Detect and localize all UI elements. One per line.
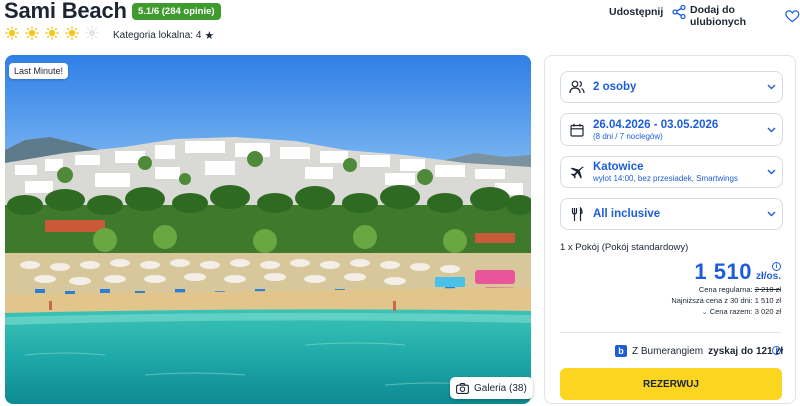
reserve-button[interactable]: REZERWUJ: [560, 368, 782, 400]
gallery-label: Galeria (38): [474, 382, 527, 394]
persons-icon: [569, 80, 585, 94]
gallery-button[interactable]: Galeria (38): [450, 377, 533, 399]
sun-icon: [5, 26, 19, 40]
plane-icon: [570, 166, 584, 179]
sun-icon: [25, 26, 39, 40]
bumerang-promo: b Z Bumerangiem zyskaj do 121 zł: [613, 343, 783, 357]
add-to-favorites-button[interactable]: Dodaj do ulubionych: [690, 4, 800, 28]
beach-photo-illustration: [5, 55, 531, 404]
rating-badge[interactable]: 5.1/6 (284 opinie): [132, 3, 221, 20]
sun-empty-icon: [85, 26, 99, 40]
departure-sub: wylot 14:00, bez przesiadek, Smartwings: [593, 174, 738, 183]
regular-price-label: Cena regularna:: [698, 285, 753, 294]
favorite-label: Dodaj do ulubionych: [690, 4, 746, 28]
board-value: All inclusive: [593, 208, 661, 220]
bumerang-prefix: Z Bumerangiem: [632, 345, 704, 357]
chevron-down-icon: [767, 211, 775, 217]
total-price[interactable]: ⌄ Cena razem: 3 020 zł: [702, 307, 781, 316]
regular-price: Cena regularna: 2 210 zł: [699, 285, 781, 294]
price: 1 510 zł/os.: [694, 259, 781, 285]
chevron-down-icon: ⌄: [701, 309, 708, 316]
total-price-label: Cena razem: 3 020 zł: [709, 307, 781, 316]
price-amount: 1 510: [694, 259, 752, 284]
departure-select[interactable]: Katowice wylot 14:00, bez przesiadek, Sm…: [560, 156, 783, 188]
bumerang-icon: b: [613, 343, 627, 357]
hotel-name: Sami Beach: [4, 0, 127, 23]
last-minute-badge: Last Minute!: [9, 63, 69, 79]
dates-sub: (8 dni / 7 noclegów): [593, 131, 663, 141]
star-icon: ★: [204, 30, 215, 42]
bumerang-info-icon[interactable]: i: [772, 346, 781, 355]
persons-select[interactable]: 2 osoby: [560, 71, 783, 103]
calendar-icon: [570, 123, 584, 137]
departure-value: Katowice: [593, 161, 644, 173]
sun-icon: [45, 26, 59, 40]
price-unit: zł/os.: [755, 271, 781, 282]
sun-rating: [5, 26, 99, 40]
board-select[interactable]: All inclusive: [560, 198, 783, 230]
regular-price-value: 2 210 zł: [754, 285, 781, 294]
lowest-30-days: Najniższa cena z 30 dni: 1 510 zł: [671, 296, 781, 305]
share-icon: [672, 4, 686, 20]
dates-value: 26.04.2026 - 03.05.2026: [593, 118, 719, 131]
local-category: Kategoria lokalna: 4 ★: [113, 29, 214, 42]
booking-panel: 2 osoby 26.04.2026 - 03.05.2026 (8 dni /…: [544, 55, 796, 404]
chevron-down-icon: [767, 127, 775, 132]
persons-value: 2 osoby: [593, 81, 637, 93]
room-info: 1 x Pokój (Pokój standardowy): [560, 242, 689, 253]
sun-icon: [65, 26, 79, 40]
hotel-photo[interactable]: [5, 55, 531, 404]
share-label: Udostępnij: [609, 6, 664, 18]
divider: [560, 332, 781, 333]
dates-select[interactable]: 26.04.2026 - 03.05.2026 (8 dni / 7 nocle…: [560, 113, 783, 146]
chevron-down-icon: [767, 84, 775, 90]
local-category-label: Kategoria lokalna: 4: [113, 30, 202, 41]
share-button[interactable]: Udostępnij: [609, 4, 687, 20]
heart-icon: [785, 9, 800, 22]
fork-knife-icon: [571, 206, 583, 221]
camera-icon: [456, 382, 469, 394]
chevron-down-icon: [767, 169, 775, 175]
